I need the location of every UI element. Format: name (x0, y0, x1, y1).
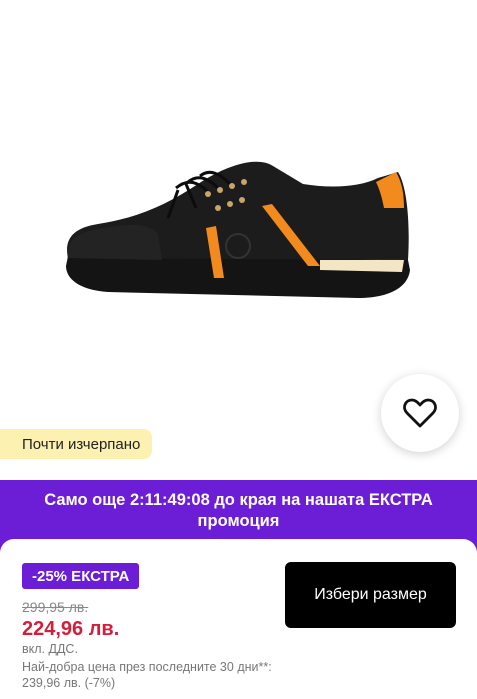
wishlist-button[interactable] (381, 374, 459, 452)
promo-countdown-text: Само още 2:11:49:08 до края на нашата ЕК… (44, 491, 433, 530)
shoe-eyelet (217, 187, 223, 193)
heart-icon (403, 398, 437, 428)
select-size-label: Избери размер (314, 586, 427, 603)
discount-badge-label: -25% ЕКСТРА (32, 567, 130, 585)
old-price: 299,95 лв. (22, 599, 89, 615)
shoe-eyelet (241, 179, 247, 185)
stock-badge: Почти изчерпано (0, 429, 153, 459)
shoe-heel-band (320, 260, 404, 272)
vat-note: вкл. ДДС. (22, 642, 78, 656)
shoe-eyelet (227, 201, 233, 207)
product-image[interactable] (58, 148, 418, 308)
best-price-note: Най-добра цена през последните 30 дни**:… (22, 660, 272, 690)
purchase-panel: -25% ЕКСТРА 299,95 лв. 224,96 лв. вкл. Д… (0, 539, 477, 699)
shoe-eyelet (229, 183, 235, 189)
shoe-eyelet (215, 205, 221, 211)
shoe-eyelet (205, 191, 211, 197)
discount-badge: -25% ЕКСТРА (22, 563, 140, 589)
new-price: 224,96 лв. (22, 618, 120, 640)
shoe-eyelet (239, 197, 245, 203)
select-size-button[interactable]: Избери размер (285, 562, 456, 628)
stock-badge-label: Почти изчерпано (22, 435, 141, 453)
